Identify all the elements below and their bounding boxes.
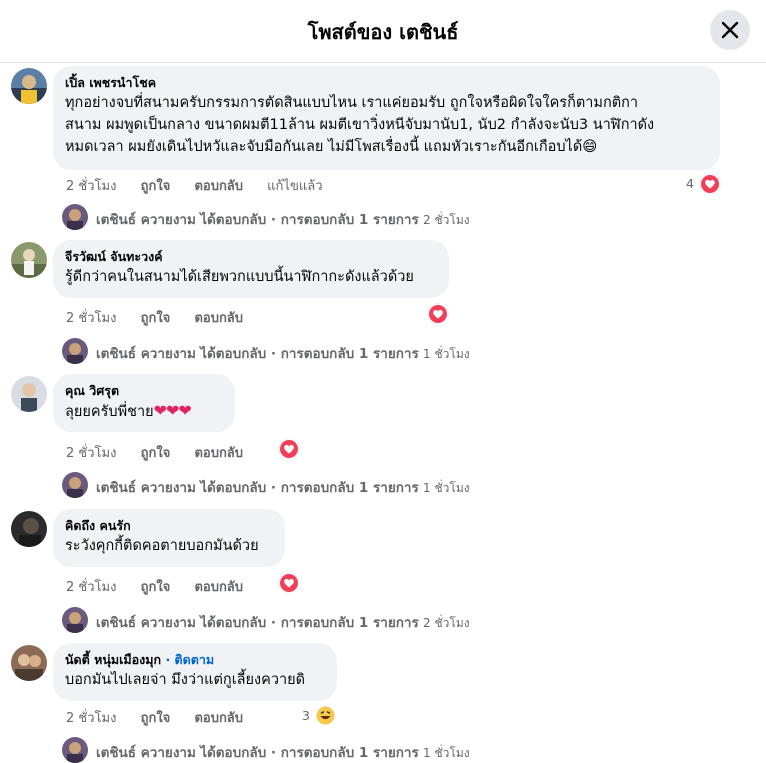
reply-time: 1 ชั่วโมง bbox=[423, 481, 470, 495]
reply-avatar bbox=[62, 737, 88, 763]
reply-avatar bbox=[62, 204, 88, 230]
reply-button[interactable]: ตอบกลับ bbox=[194, 576, 243, 597]
reaction-summary[interactable] bbox=[428, 303, 448, 324]
reply-text: ได้ตอบกลับ · การตอบกลับ 1 รายการ bbox=[200, 745, 419, 761]
comment-text-line: หมดเวลา ผมยังเดินไปหวัและจับมือกันเลย ไม… bbox=[65, 139, 598, 155]
avatar[interactable] bbox=[11, 242, 47, 278]
comment-time[interactable]: 2 ชั่วโมง bbox=[66, 576, 116, 597]
reply-button[interactable]: ตอบกลับ bbox=[194, 442, 243, 463]
reply-time: 2 ชั่วโมง bbox=[423, 213, 470, 227]
reply-author: เตชินธ์ ควายงาม bbox=[96, 745, 196, 761]
comment-actions: 2 ชั่วโมง ถูกใจ ตอบกลับ แก้ไขแล้ว bbox=[66, 175, 343, 196]
comment-time[interactable]: 2 ชั่วโมง bbox=[66, 707, 116, 728]
reply-text: ได้ตอบกลับ · การตอบกลับ 1 รายการ bbox=[200, 212, 419, 228]
reply-button[interactable]: ตอบกลับ bbox=[194, 175, 243, 196]
comment-author[interactable]: เปิ้ล เพชรนำโชค bbox=[65, 74, 708, 92]
comment-text: ลุยยครับพี่ชาย bbox=[65, 404, 154, 420]
like-button[interactable]: ถูกใจ bbox=[141, 707, 171, 728]
reaction-count: 4 bbox=[686, 175, 694, 191]
reply-time: 2 ชั่วโมง bbox=[423, 616, 470, 630]
comment-author[interactable]: จีรวัฒน์ จันทะวงค์ bbox=[65, 248, 437, 266]
reply-button[interactable]: ตอบกลับ bbox=[194, 307, 243, 328]
reaction-summary[interactable] bbox=[279, 438, 299, 459]
like-button[interactable]: ถูกใจ bbox=[141, 442, 171, 463]
avatar[interactable] bbox=[11, 511, 47, 547]
reply-text: ได้ตอบกลับ · การตอบกลับ 1 รายการ bbox=[200, 615, 419, 631]
reply-author: เตชินธ์ ควายงาม bbox=[96, 480, 196, 496]
comment-bubble: นัดตี้ หนุ่มเมืองมุก · ติดตาม บอกมันไปเล… bbox=[53, 643, 337, 701]
heart-reaction-icon bbox=[699, 173, 720, 194]
reply-avatar bbox=[62, 338, 88, 364]
close-icon bbox=[721, 21, 739, 39]
comment-text-line: สนาม ผมพูดเป็นกลาง ขนาดผมตี11ล้าน ผมตีเข… bbox=[65, 117, 655, 133]
comment-author[interactable]: คุณ วิศรุต bbox=[65, 382, 223, 400]
comment-actions: 2 ชั่วโมง ถูกใจ ตอบกลับ bbox=[66, 576, 263, 597]
avatar[interactable] bbox=[11, 68, 47, 104]
reaction-summary[interactable] bbox=[279, 572, 299, 593]
comment-author[interactable]: นัดตี้ หนุ่มเมืองมุก bbox=[65, 652, 161, 667]
follow-link[interactable]: · ติดตาม bbox=[165, 652, 214, 667]
comment-bubble: จีรวัฒน์ จันทะวงค์ รู้ดีกว่าคนในสนามได้เ… bbox=[53, 240, 449, 298]
heart-reaction-icon bbox=[279, 438, 299, 459]
comment-actions: 2 ชั่วโมง ถูกใจ ตอบกลับ bbox=[66, 707, 263, 728]
close-button[interactable] bbox=[710, 10, 750, 50]
reply-avatar bbox=[62, 472, 88, 498]
comment-text-line: ระวังคุกกี้ติดคอตายบอกมันด้วย bbox=[65, 538, 259, 554]
reply-text: ได้ตอบกลับ · การตอบกลับ 1 รายการ bbox=[200, 346, 419, 362]
comment-bubble: คิดถึง คนรัก ระวังคุกกี้ติดคอตายบอกมันด้… bbox=[53, 509, 285, 567]
reaction-count: 3 bbox=[302, 707, 310, 723]
dialog-title: โพสต์ของ เตชินธ์ bbox=[307, 20, 459, 44]
like-button[interactable]: ถูกใจ bbox=[141, 307, 171, 328]
comment-bubble: คุณ วิศรุต ลุยยครับพี่ชาย❤❤❤ bbox=[53, 374, 235, 432]
reply-author: เตชินธ์ ควายงาม bbox=[96, 615, 196, 631]
comment-text-line: รู้ดีกว่าคนในสนามได้เสียพวกแบบนี้นาฬิกาก… bbox=[65, 269, 414, 285]
reply-time: 1 ชั่วโมง bbox=[423, 746, 470, 760]
reaction-summary[interactable]: 3 bbox=[302, 705, 335, 725]
edited-label: แก้ไขแล้ว bbox=[267, 179, 323, 194]
avatar[interactable] bbox=[11, 376, 47, 412]
reply-author: เตชินธ์ ควายงาม bbox=[96, 212, 196, 228]
comment-actions: 2 ชั่วโมง ถูกใจ ตอบกลับ bbox=[66, 307, 263, 328]
reply-text: ได้ตอบกลับ · การตอบกลับ 1 รายการ bbox=[200, 480, 419, 496]
comment-bubble: เปิ้ล เพชรนำโชค ทุกอย่างจบที่สนามครับกรร… bbox=[53, 66, 720, 170]
dialog-header: โพสต์ของ เตชินธ์ bbox=[0, 0, 766, 63]
comment-time[interactable]: 2 ชั่วโมง bbox=[66, 442, 116, 463]
heart-reaction-icon bbox=[428, 303, 448, 324]
comment-actions: 2 ชั่วโมง ถูกใจ ตอบกลับ bbox=[66, 442, 263, 463]
reply-time: 1 ชั่วโมง bbox=[423, 347, 470, 361]
haha-reaction-icon bbox=[316, 706, 335, 725]
heart-emoji-icon: ❤❤❤ bbox=[153, 401, 192, 420]
reaction-summary[interactable]: 4 bbox=[686, 173, 720, 194]
comment-time[interactable]: 2 ชั่วโมง bbox=[66, 307, 116, 328]
heart-reaction-icon bbox=[279, 572, 299, 593]
avatar[interactable] bbox=[11, 645, 47, 681]
comment-time[interactable]: 2 ชั่วโมง bbox=[66, 175, 116, 196]
comment-author[interactable]: คิดถึง คนรัก bbox=[65, 517, 273, 535]
like-button[interactable]: ถูกใจ bbox=[141, 576, 171, 597]
reply-author: เตชินธ์ ควายงาม bbox=[96, 346, 196, 362]
reply-avatar bbox=[62, 607, 88, 633]
comment-text-line: บอกมันไปเลยจ่า มึงว่าแต่กูเลี้ยงควายดิ bbox=[65, 672, 306, 688]
like-button[interactable]: ถูกใจ bbox=[141, 175, 171, 196]
comment-text-line: ทุกอย่างจบที่สนามครับกรรมการตัดสินแบบไหน… bbox=[65, 95, 639, 111]
reply-button[interactable]: ตอบกลับ bbox=[194, 707, 243, 728]
